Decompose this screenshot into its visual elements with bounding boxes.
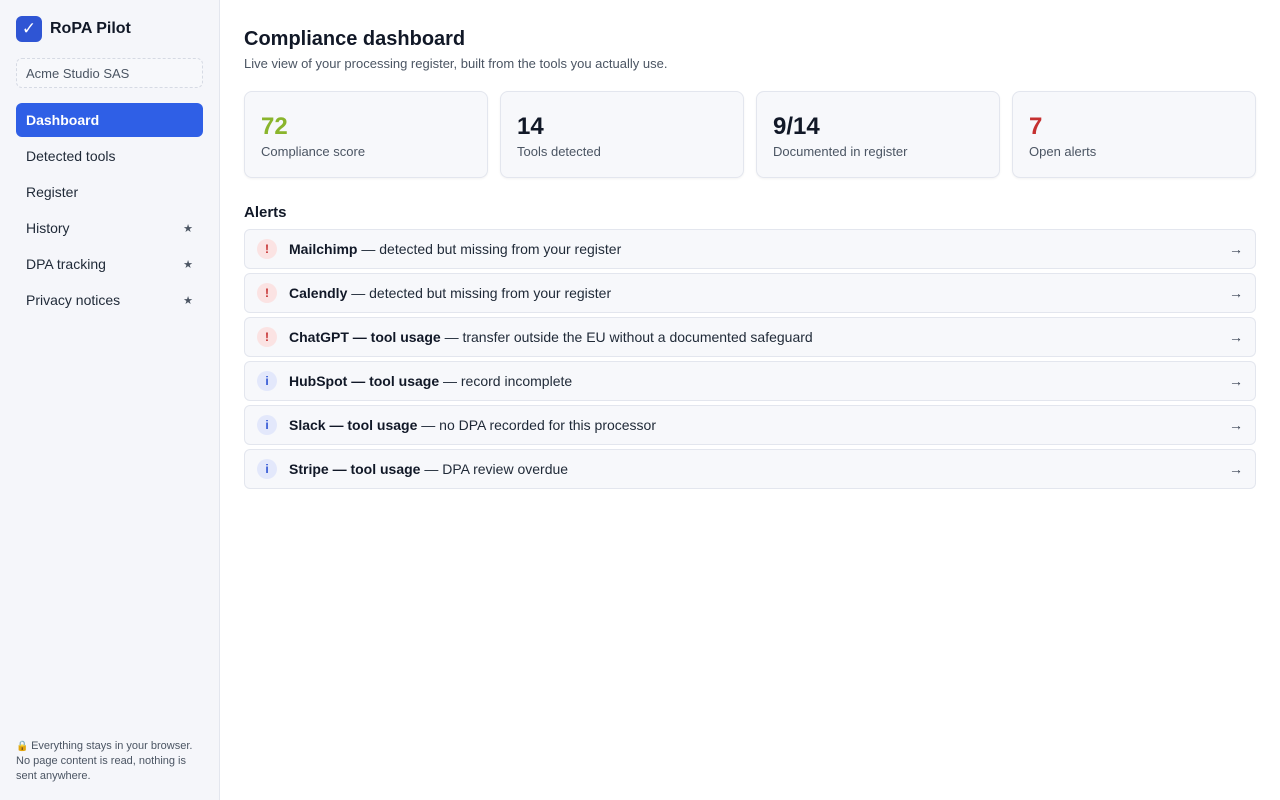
stats-row: 72 Compliance score 14 Tools detected 9/… (244, 91, 1256, 178)
app-root: ✓ RoPA Pilot Acme Studio SAS Dashboard D… (0, 0, 1280, 800)
page-title: Compliance dashboard (244, 28, 466, 50)
alert-message: — transfer outside the EU without a docu… (440, 329, 813, 345)
alert-text: Slack — tool usage — no DPA recorded for… (289, 417, 1229, 433)
alerts-list: ! Mailchimp — detected but missing from … (244, 229, 1256, 489)
alert-subject: Mailchimp (289, 241, 358, 257)
arrow-right-icon: → (1229, 241, 1243, 257)
alert-text: ChatGPT — tool usage — transfer outside … (289, 329, 1229, 345)
alerts-heading: Alerts (244, 204, 287, 221)
stat-label: Documented in register (773, 144, 908, 159)
star-icon: ★ (183, 294, 193, 307)
sidebar-item-label: Dashboard (26, 112, 100, 128)
alert-message: — record incomplete (439, 373, 573, 389)
alert-subject: Slack — tool usage (289, 417, 418, 433)
star-icon: ★ (183, 258, 193, 271)
sidebar-item-label: Register (26, 184, 79, 200)
privacy-footnote-text: Everything stays in your browser. No pag… (16, 740, 193, 782)
page-subtitle: Live view of your processing register, b… (244, 56, 668, 71)
sidebar-item-label: History (26, 220, 70, 236)
stat-card-tools-detected: 14 Tools detected (500, 91, 744, 178)
sidebar-item-label: Detected tools (26, 148, 116, 164)
sidebar-item-register[interactable]: Register (16, 175, 203, 209)
sidebar-item-history[interactable]: History ★ (16, 211, 203, 245)
stat-card-compliance-score: 72 Compliance score (244, 91, 488, 178)
stat-label: Tools detected (517, 144, 601, 159)
alert-subject: HubSpot — tool usage (289, 373, 440, 389)
alert-row[interactable]: ! Calendly — detected but missing from y… (244, 273, 1256, 313)
lock-icon: 🔒 (16, 741, 29, 752)
alert-row[interactable]: ! Mailchimp — detected but missing from … (244, 229, 1256, 269)
arrow-right-icon: → (1229, 329, 1243, 345)
checkmark-logo-icon: ✓ (16, 16, 42, 42)
alert-message: — DPA review overdue (420, 461, 569, 477)
exclamation-icon: ! (257, 327, 277, 347)
stat-value: 7 (1029, 113, 1043, 140)
exclamation-icon: ! (257, 239, 277, 259)
arrow-right-icon: → (1229, 461, 1243, 477)
main-content: Compliance dashboard Live view of your p… (220, 0, 1280, 800)
alert-subject: Stripe — tool usage (289, 461, 421, 477)
info-icon: i (257, 459, 277, 479)
alert-row[interactable]: i HubSpot — tool usage — record incomple… (244, 361, 1256, 401)
alert-text: Stripe — tool usage — DPA review overdue (289, 461, 1229, 477)
exclamation-icon: ! (257, 283, 277, 303)
sidebar-nav: Dashboard Detected tools Register Histor… (16, 103, 203, 317)
alert-message: — detected but missing from your registe… (357, 241, 622, 257)
sidebar-item-privacy-notices[interactable]: Privacy notices ★ (16, 283, 203, 317)
stat-value: 72 (261, 113, 288, 140)
arrow-right-icon: → (1229, 417, 1243, 433)
stat-value: 9/14 (773, 113, 820, 140)
info-icon: i (257, 371, 277, 391)
alert-message: — detected but missing from your registe… (347, 285, 612, 301)
workspace-selector[interactable]: Acme Studio SAS (16, 58, 203, 88)
sidebar: ✓ RoPA Pilot Acme Studio SAS Dashboard D… (0, 0, 220, 800)
stat-value: 14 (517, 113, 544, 140)
alert-subject: Calendly (289, 285, 348, 301)
stat-label: Compliance score (261, 144, 366, 159)
sidebar-item-dpa-tracking[interactable]: DPA tracking ★ (16, 247, 203, 281)
alert-text: Mailchimp — detected but missing from yo… (289, 241, 1229, 257)
alert-row[interactable]: i Stripe — tool usage — DPA review overd… (244, 449, 1256, 489)
sidebar-item-dashboard[interactable]: Dashboard (16, 103, 203, 137)
alert-text: Calendly — detected but missing from you… (289, 285, 1229, 301)
app-name: RoPA Pilot (50, 20, 131, 37)
info-icon: i (257, 415, 277, 435)
sidebar-item-label: Privacy notices (26, 292, 121, 308)
sidebar-item-detected-tools[interactable]: Detected tools (16, 139, 203, 173)
arrow-right-icon: → (1229, 285, 1243, 301)
stat-card-open-alerts: 7 Open alerts (1012, 91, 1256, 178)
alert-message: — no DPA recorded for this processor (417, 417, 656, 433)
star-icon: ★ (183, 222, 193, 235)
brand: ✓ RoPA Pilot (16, 16, 203, 42)
arrow-right-icon: → (1229, 373, 1243, 389)
stat-label: Open alerts (1029, 144, 1097, 159)
privacy-footnote: 🔒 Everything stays in your browser. No p… (16, 739, 206, 784)
alert-text: HubSpot — tool usage — record incomplete (289, 373, 1229, 389)
alert-row[interactable]: ! ChatGPT — tool usage — transfer outsid… (244, 317, 1256, 357)
alert-subject: ChatGPT — tool usage (289, 329, 441, 345)
sidebar-item-label: DPA tracking (26, 256, 106, 272)
alert-row[interactable]: i Slack — tool usage — no DPA recorded f… (244, 405, 1256, 445)
stat-card-documented: 9/14 Documented in register (756, 91, 1000, 178)
